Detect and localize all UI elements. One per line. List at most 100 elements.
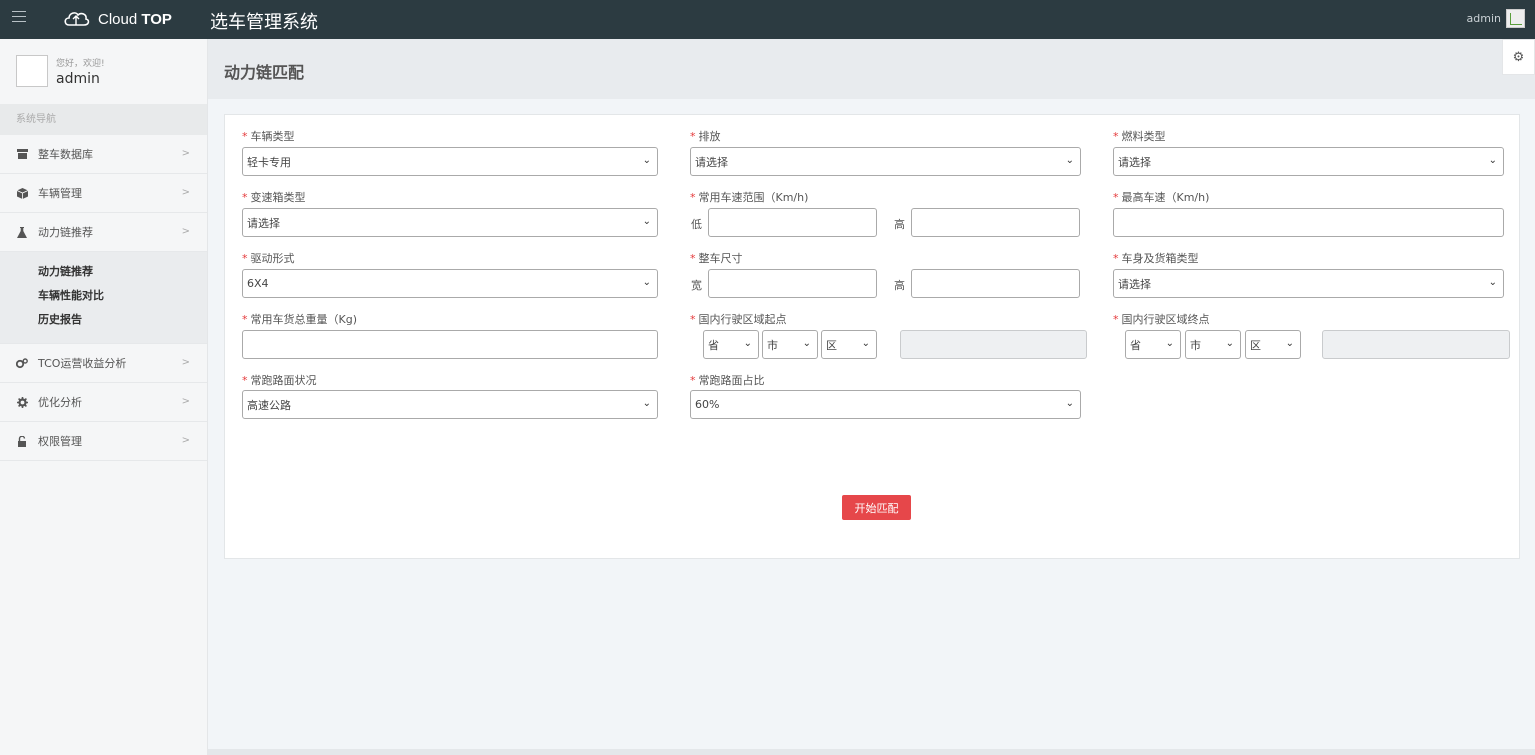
drive-form-label: * 驱动形式 xyxy=(242,252,295,265)
size-width-prefix: 宽 xyxy=(691,279,702,292)
road-condition-select[interactable]: 高速公路 ⌄ xyxy=(242,390,658,419)
speed-high-input[interactable] xyxy=(911,208,1080,237)
database-icon xyxy=(16,148,28,160)
max-speed-input[interactable] xyxy=(1113,208,1504,237)
user-profile: 您好，欢迎! admin xyxy=(0,39,207,104)
speed-high-prefix: 高 xyxy=(894,218,905,231)
chevron-down-icon: ⌄ xyxy=(743,338,752,349)
speed-range-label: * 常用车速范围（Km/h) xyxy=(690,191,809,204)
region-end-label: * 国内行驶区域终点 xyxy=(1113,313,1210,326)
fuel-type-label: * 燃料类型 xyxy=(1113,130,1166,143)
chevron-down-icon: ⌄ xyxy=(861,338,870,349)
sidebar-item-permissions[interactable]: 权限管理 > xyxy=(0,422,207,461)
chevron-right-icon: > xyxy=(181,148,190,159)
drive-form-select[interactable]: 6X4 ⌄ xyxy=(242,269,658,298)
gear-icon xyxy=(16,396,28,408)
gearbox-type-label: * 变速箱类型 xyxy=(242,191,306,204)
max-speed-label: * 最高车速（Km/h) xyxy=(1113,191,1210,204)
top-navbar: Cloud TOP 选车管理系统 admin xyxy=(0,0,1535,39)
submenu-item-performance-compare[interactable]: 车辆性能对比 xyxy=(38,287,207,311)
chevron-down-icon: ⌄ xyxy=(1065,155,1074,166)
avatar[interactable] xyxy=(16,55,48,87)
brand-name: Cloud TOP xyxy=(98,10,172,28)
sidebar-item-vehicle-management[interactable]: 车辆管理 > xyxy=(0,174,207,213)
sidebar-item-vehicle-database[interactable]: 整车数据库 > xyxy=(0,135,207,174)
sidebar-item-tco-analysis[interactable]: TCO运营收益分析 > xyxy=(0,344,207,383)
start-address-input[interactable] xyxy=(900,330,1087,359)
submenu-item-history-report[interactable]: 历史报告 xyxy=(38,311,207,335)
top-username: admin xyxy=(1466,12,1501,25)
end-district-select[interactable]: 区 ⌄ xyxy=(1245,330,1301,359)
end-address-input[interactable] xyxy=(1322,330,1510,359)
total-weight-input[interactable] xyxy=(242,330,658,359)
road-ratio-select[interactable]: 60% ⌄ xyxy=(690,390,1081,419)
body-type-label: * 车身及货箱类型 xyxy=(1113,252,1199,265)
cube-icon xyxy=(16,187,28,199)
speed-low-prefix: 低 xyxy=(691,218,702,231)
sidebar: 您好，欢迎! admin 系统导航 整车数据库 > 车辆管理 > 动力链推荐 >… xyxy=(0,39,208,755)
sidebar-item-optimization[interactable]: 优化分析 > xyxy=(0,383,207,422)
nav-header: 系统导航 xyxy=(0,104,207,135)
start-match-button[interactable]: 开始匹配 xyxy=(842,495,911,520)
user-avatar[interactable] xyxy=(1506,9,1525,28)
chevron-down-icon: ⌄ xyxy=(1165,338,1174,349)
start-province-select[interactable]: 省 ⌄ xyxy=(703,330,759,359)
fuel-type-select[interactable]: 请选择 ⌄ xyxy=(1113,147,1504,176)
profile-name: admin xyxy=(56,71,100,87)
chevron-down-icon: ⌄ xyxy=(802,338,811,349)
total-weight-label: * 常用车货总重量（Kg) xyxy=(242,313,357,326)
size-height-input[interactable] xyxy=(911,269,1080,298)
vehicle-type-select[interactable]: 轻卡专用 ⌄ xyxy=(242,147,658,176)
chevron-right-icon: > xyxy=(181,396,190,407)
emission-label: * 排放 xyxy=(690,130,721,143)
body-type-select[interactable]: 请选择 ⌄ xyxy=(1113,269,1504,298)
sidebar-item-label: 动力链推荐 xyxy=(38,226,93,239)
system-title: 选车管理系统 xyxy=(210,12,318,33)
sidebar-item-powertrain-recommend[interactable]: 动力链推荐 > xyxy=(0,213,207,252)
content-header: 动力链匹配 xyxy=(208,39,1535,99)
chevron-right-icon: > xyxy=(181,187,190,198)
sidebar-item-label: 整车数据库 xyxy=(38,148,93,161)
greeting-text: 您好，欢迎! xyxy=(56,59,105,69)
chevron-right-icon: > xyxy=(181,226,190,237)
chevron-down-icon: ⌄ xyxy=(1488,277,1497,288)
cloud-logo-icon xyxy=(64,12,90,26)
brand-logo[interactable]: Cloud TOP xyxy=(62,8,172,30)
settings-gear-icon[interactable]: ⚙ xyxy=(1502,39,1535,75)
chevron-down-icon: ⌄ xyxy=(642,216,651,227)
menu-toggle-icon[interactable] xyxy=(12,11,26,25)
end-city-select[interactable]: 市 ⌄ xyxy=(1185,330,1241,359)
size-height-prefix: 高 xyxy=(894,279,905,292)
sidebar-item-label: TCO运营收益分析 xyxy=(38,357,127,370)
gearbox-type-select[interactable]: 请选择 ⌄ xyxy=(242,208,658,237)
submenu-item-powertrain-recommend[interactable]: 动力链推荐 xyxy=(38,263,207,287)
road-ratio-label: * 常跑路面占比 xyxy=(690,374,765,387)
footer-bar xyxy=(208,749,1535,755)
chevron-down-icon: ⌄ xyxy=(642,398,651,409)
start-city-select[interactable]: 市 ⌄ xyxy=(762,330,818,359)
sidebar-item-label: 优化分析 xyxy=(38,396,82,409)
chevron-down-icon: ⌄ xyxy=(1488,155,1497,166)
cogs-icon xyxy=(16,357,28,369)
user-menu[interactable]: admin xyxy=(1467,9,1525,28)
sidebar-item-label: 权限管理 xyxy=(38,435,82,448)
vehicle-size-label: * 整车尺寸 xyxy=(690,252,743,265)
chevron-down-icon: ⌄ xyxy=(1285,338,1294,349)
vehicle-type-label: * 车辆类型 xyxy=(242,130,295,143)
emission-select[interactable]: 请选择 ⌄ xyxy=(690,147,1081,176)
powertrain-submenu: 动力链推荐 车辆性能对比 历史报告 xyxy=(0,252,207,344)
chevron-down-icon: ⌄ xyxy=(1225,338,1234,349)
start-district-select[interactable]: 区 ⌄ xyxy=(821,330,877,359)
size-width-input[interactable] xyxy=(708,269,877,298)
sidebar-item-label: 车辆管理 xyxy=(38,187,82,200)
end-province-select[interactable]: 省 ⌄ xyxy=(1125,330,1181,359)
unlock-icon xyxy=(16,435,28,447)
speed-low-input[interactable] xyxy=(708,208,877,237)
flask-icon xyxy=(16,226,28,238)
chevron-right-icon: > xyxy=(181,435,190,446)
region-start-label: * 国内行驶区域起点 xyxy=(690,313,787,326)
road-condition-label: * 常跑路面状况 xyxy=(242,374,317,387)
chevron-down-icon: ⌄ xyxy=(642,155,651,166)
chevron-right-icon: > xyxy=(181,357,190,368)
chevron-down-icon: ⌄ xyxy=(642,277,651,288)
